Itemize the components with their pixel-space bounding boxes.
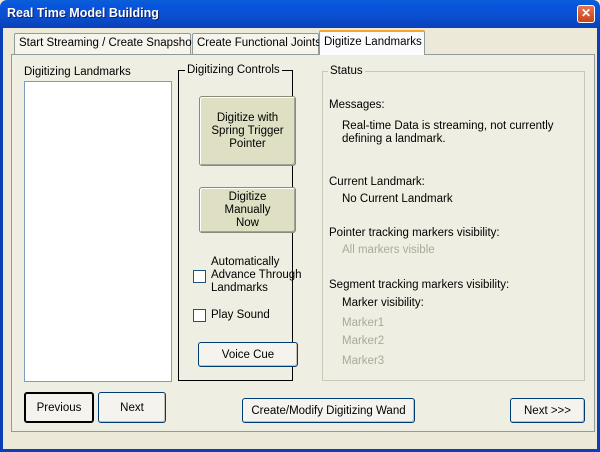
previous-button[interactable]: Previous xyxy=(24,392,94,423)
landmarks-list[interactable] xyxy=(24,81,172,382)
play-sound-checkbox[interactable] xyxy=(193,309,206,322)
auto-advance-checkbox[interactable] xyxy=(193,270,206,283)
messages-text: Real-time Data is streaming, not current… xyxy=(342,120,554,145)
status-title: Status xyxy=(328,65,365,77)
window-title: Real Time Model Building xyxy=(7,6,159,20)
current-landmark-value: No Current Landmark xyxy=(342,193,453,205)
digitizing-controls-title: Digitizing Controls xyxy=(185,64,282,76)
tab-create-functional-joints[interactable]: Create Functional Joints xyxy=(192,33,321,54)
marker-item[interactable]: Marker1 xyxy=(342,317,384,329)
current-landmark-label: Current Landmark: xyxy=(329,176,425,188)
voice-cue-button[interactable]: Voice Cue xyxy=(198,342,298,367)
title-bar: Real Time Model Building ✕ xyxy=(0,0,600,28)
pointer-visibility-label: Pointer tracking markers visibility: xyxy=(329,227,500,239)
tab-digitize-landmarks[interactable]: Digitize Landmarks xyxy=(319,30,425,55)
tab-start-streaming[interactable]: Start Streaming / Create Snapshot xyxy=(14,33,195,54)
next-step-button[interactable]: Next >>> xyxy=(510,398,585,423)
segment-visibility-label: Segment tracking markers visibility: xyxy=(329,279,510,291)
marker-item[interactable]: Marker3 xyxy=(342,355,384,367)
landmarks-label: Digitizing Landmarks xyxy=(24,66,131,78)
marker-item[interactable]: Marker2 xyxy=(342,335,384,347)
auto-advance-row[interactable]: Automatically Advance Through Landmarks xyxy=(193,256,302,295)
auto-advance-label: Automatically Advance Through Landmarks xyxy=(211,256,302,294)
messages-label: Messages: xyxy=(329,99,385,111)
digitize-spring-trigger-button[interactable]: Digitize with Spring Trigger Pointer xyxy=(199,96,296,166)
marker-visibility-label: Marker visibility: xyxy=(342,297,424,309)
digitize-manually-button[interactable]: Digitize Manually Now xyxy=(199,187,296,233)
close-icon[interactable]: ✕ xyxy=(577,5,595,23)
pointer-visibility-value: All markers visible xyxy=(342,244,435,256)
create-modify-wand-button[interactable]: Create/Modify Digitizing Wand xyxy=(242,398,415,423)
play-sound-row[interactable]: Play Sound xyxy=(193,309,270,322)
next-button[interactable]: Next xyxy=(98,392,166,423)
play-sound-label: Play Sound xyxy=(211,309,270,321)
